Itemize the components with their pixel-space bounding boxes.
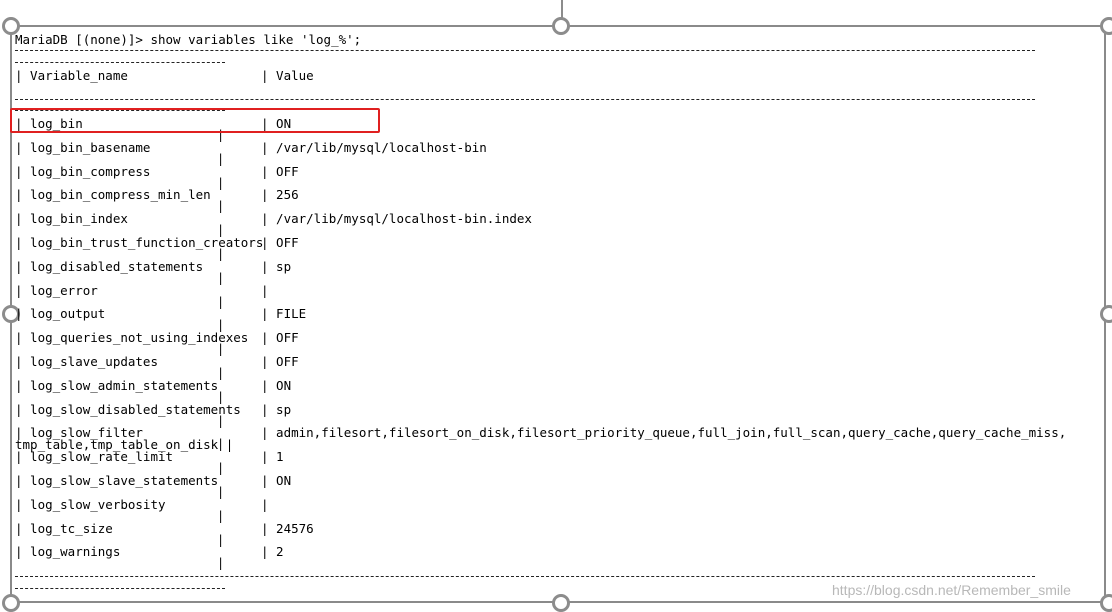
table-border-bottom <box>15 576 1035 577</box>
table-row-value: | /var/lib/mysql/localhost-bin.index <box>261 211 532 227</box>
table-row-value: | sp <box>261 258 292 274</box>
table-row-name: | log_error <box>15 282 98 298</box>
table-row-value: | OFF <box>261 235 299 250</box>
terminal-output: MariaDB [(none)]> show variables like 'l… <box>0 0 1112 608</box>
header-value: | Value <box>261 68 314 83</box>
log-bin-highlight-box <box>10 108 380 133</box>
table-row-value: | <box>261 282 269 298</box>
table-row-value: | 1 <box>261 449 284 465</box>
header-variable-name: | Variable_name <box>15 68 128 83</box>
column-divider: | <box>217 175 225 190</box>
column-divider: | <box>217 247 225 261</box>
table-border-header <box>15 99 1035 100</box>
column-divider: | <box>217 532 225 547</box>
table-row-value: | ON <box>261 473 292 488</box>
table-row-value: | OFF <box>261 163 299 179</box>
column-divider: | <box>217 485 225 499</box>
sql-prompt: MariaDB [(none)]> show variables like 'l… <box>15 32 362 47</box>
table-row-name: | log_slow_admin_statements <box>15 377 219 393</box>
column-divider: | <box>217 389 225 404</box>
column-divider: | <box>217 508 225 523</box>
table-row-value: | OFF <box>261 330 299 346</box>
table-row-name: | log_bin_compress_min_len <box>15 187 211 203</box>
table-row-value: | /var/lib/mysql/localhost-bin <box>261 139 487 155</box>
column-divider: | <box>217 366 225 380</box>
column-divider: | <box>217 151 225 166</box>
table-row-name: | log_bin_compress <box>15 163 151 179</box>
table-row-name: | log_slow_slave_statements <box>15 473 219 488</box>
table-row-name: | log_slow_verbosity <box>15 496 166 512</box>
table-row-value: | admin,filesort,filesort_on_disk,fileso… <box>261 425 1067 441</box>
table-row-name: | log_slow_disabled_statements <box>15 401 241 417</box>
column-divider: | <box>217 342 225 357</box>
table-row-value: | 24576 <box>261 520 314 536</box>
column-divider: | <box>217 294 225 309</box>
table-row-name: | log_slow_rate_limit <box>15 449 174 465</box>
column-divider: | <box>217 270 225 285</box>
watermark: https://blog.csdn.net/Remember_smile <box>832 582 1071 598</box>
wrapped-line: tmp_table,tmp_table_on_disk | <box>15 437 234 452</box>
table-border-top <box>15 50 1035 51</box>
table-row-name: | log_bin_trust_function_creators <box>15 235 264 250</box>
table-row-name: | log_disabled_statements <box>15 258 204 274</box>
table-row-value: | 2 <box>261 544 284 560</box>
table-row-value: | FILE <box>261 306 307 322</box>
table-border-bottom-wrap <box>15 588 225 589</box>
table-row-name: | log_tc_size <box>15 520 113 536</box>
table-row-value: | 256 <box>261 187 299 203</box>
table-row-name: | log_slave_updates <box>15 354 158 369</box>
table-row-value: | sp <box>261 401 292 417</box>
column-divider: | <box>217 199 225 214</box>
table-row-name: | log_queries_not_using_indexes <box>15 330 249 346</box>
table-row-name: | log_output <box>15 306 106 322</box>
column-divider: | <box>217 461 225 476</box>
column-divider: | <box>217 413 225 428</box>
table-row-name: | log_warnings <box>15 544 121 560</box>
table-row-value: | <box>261 496 269 512</box>
table-row-name: | log_bin_index <box>15 211 128 227</box>
table-row-value: | ON <box>261 377 292 393</box>
table-border-top-wrap <box>15 62 225 63</box>
column-divider: | <box>217 556 225 571</box>
table-row-value: | OFF <box>261 354 299 369</box>
table-row-name: | log_bin_basename <box>15 139 151 155</box>
